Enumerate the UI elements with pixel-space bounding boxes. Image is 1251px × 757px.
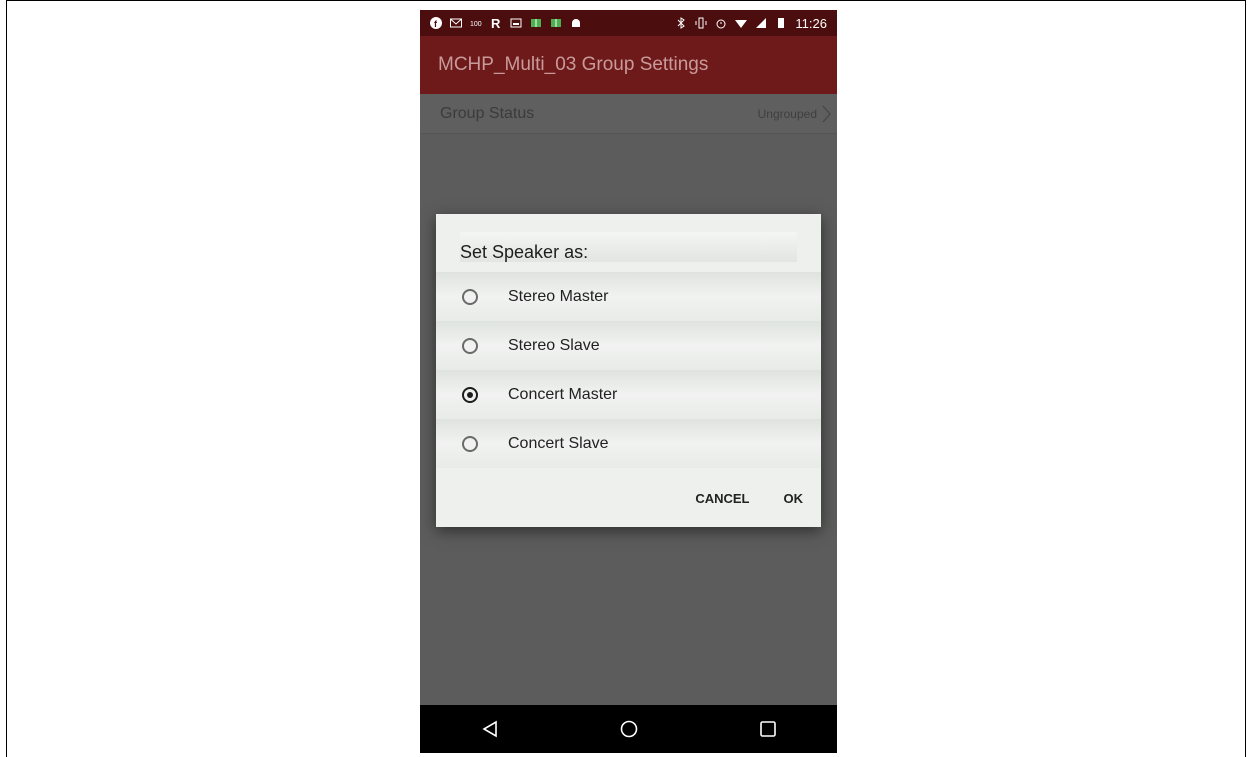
group-status-row[interactable]: Group Status Ungrouped (420, 94, 837, 134)
option-stereo-master[interactable]: Stereo Master (436, 272, 821, 321)
chevron-right-icon (822, 105, 831, 122)
svg-text:100°: 100° (470, 20, 482, 28)
option-label: Stereo Master (508, 287, 609, 305)
dialog-actions: CANCEL OK (436, 470, 821, 527)
option-label: Stereo Slave (508, 336, 600, 354)
book-icon (531, 19, 541, 27)
android-icon (572, 19, 580, 27)
back-triangle-icon (481, 720, 497, 738)
battery-icon (778, 18, 785, 28)
bluetooth-icon (678, 17, 686, 29)
phone-screen: f 100° R 11:26 MCHP_Multi_03 Group Setti… (420, 10, 837, 753)
recents-button[interactable] (748, 709, 788, 749)
home-circle-icon (620, 720, 637, 738)
page-title: MCHP_Multi_03 Group Settings (438, 54, 709, 75)
option-stereo-slave[interactable]: Stereo Slave (436, 321, 821, 370)
mail-icon (450, 18, 462, 28)
svg-text:R: R (491, 17, 501, 29)
notification-icons: f 100° R (430, 17, 582, 29)
ok-button[interactable]: OK (784, 491, 804, 506)
option-concert-master[interactable]: Concert Master (436, 370, 821, 419)
option-label: Concert Master (508, 385, 618, 403)
group-status-label: Group Status (440, 104, 535, 122)
option-label: Concert Slave (508, 434, 609, 452)
r-icon: R (491, 17, 501, 29)
system-status-icons: 11:26 (675, 16, 827, 31)
recents-square-icon (759, 721, 776, 737)
set-speaker-dialog: Set Speaker as: Stereo Master Stereo Sla… (436, 214, 821, 527)
status-bar: f 100° R 11:26 (420, 10, 837, 36)
facebook-icon: f (430, 17, 442, 29)
navigation-bar (420, 705, 837, 753)
radio-button[interactable] (462, 435, 478, 452)
temperature-icon: 100° (470, 20, 482, 28)
signal-icon (756, 18, 767, 28)
group-status-value: Ungrouped (757, 106, 817, 121)
radio-button[interactable] (462, 337, 478, 354)
home-button[interactable] (609, 709, 649, 749)
back-button[interactable] (470, 709, 510, 749)
book-icon (551, 19, 561, 27)
option-concert-slave[interactable]: Concert Slave (436, 419, 821, 468)
radio-button-selected[interactable] (462, 386, 478, 403)
dialog-title: Set Speaker as: (460, 232, 797, 262)
app-toolbar: MCHP_Multi_03 Group Settings (420, 36, 837, 94)
status-time: 11:26 (795, 15, 827, 31)
radio-button[interactable] (462, 288, 478, 305)
cancel-button[interactable]: CANCEL (695, 491, 749, 506)
wifi-icon (735, 20, 748, 28)
alarm-icon (716, 19, 726, 29)
group-status-value-wrap: Ungrouped (758, 105, 831, 123)
image-icon (510, 18, 522, 28)
vibrate-icon (695, 17, 707, 29)
